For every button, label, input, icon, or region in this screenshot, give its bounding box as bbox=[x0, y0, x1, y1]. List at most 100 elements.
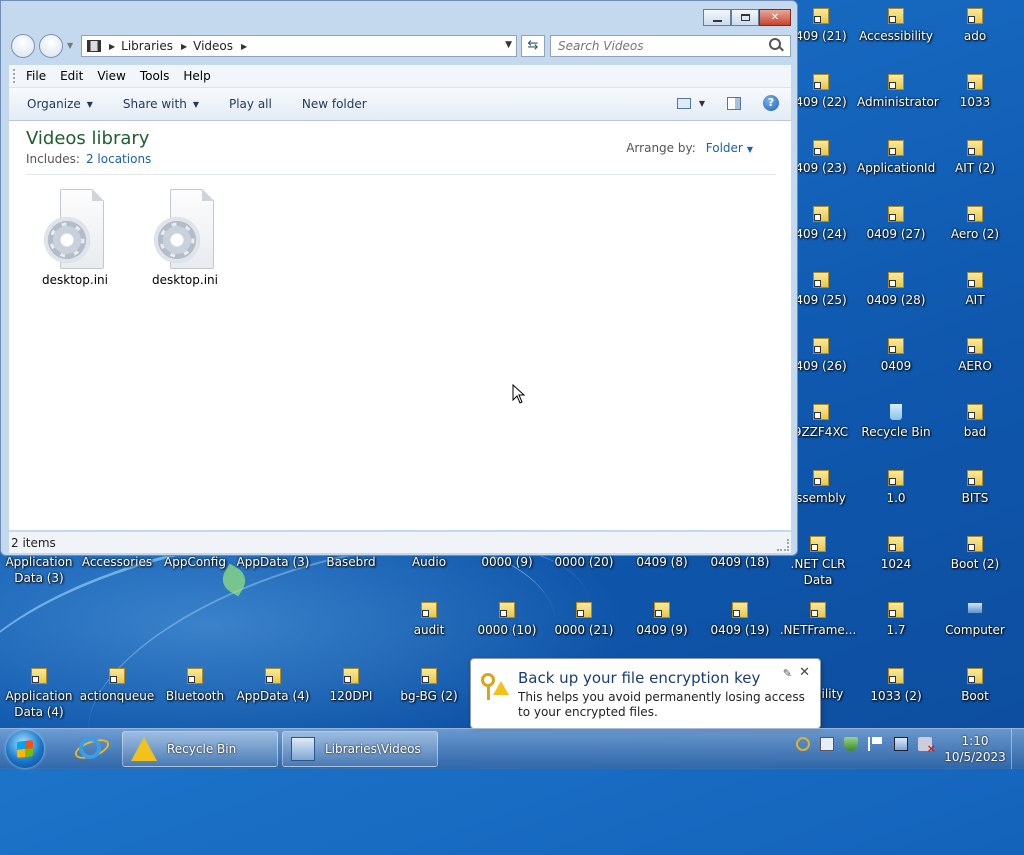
share-with-button[interactable]: Share with ▼ bbox=[123, 97, 199, 111]
organize-button[interactable]: Organize ▼ bbox=[27, 97, 93, 111]
shortcut-icon bbox=[813, 470, 829, 486]
desktop-icon[interactable]: Aero (2) bbox=[936, 206, 1014, 242]
desktop-icon[interactable]: 0000 (20) bbox=[545, 554, 623, 570]
forward-button[interactable] bbox=[39, 34, 63, 58]
menu-tools[interactable]: Tools bbox=[140, 69, 170, 83]
desktop-icon[interactable]: AIT bbox=[936, 272, 1014, 308]
desktop-icon[interactable]: 0409 (19) bbox=[701, 602, 779, 638]
action-center-flag-icon[interactable] bbox=[868, 737, 884, 751]
desktop-icon[interactable]: 0000 (10) bbox=[468, 602, 546, 638]
help-icon[interactable]: ? bbox=[763, 95, 779, 111]
desktop-icon-label: audit bbox=[413, 623, 445, 637]
notification-balloon[interactable]: Back up your file encryption key This he… bbox=[470, 658, 821, 729]
desktop-icon[interactable]: bg-BG (2) bbox=[390, 668, 468, 704]
play-all-button[interactable]: Play all bbox=[229, 97, 272, 111]
desktop-icon[interactable]: ado bbox=[936, 8, 1014, 44]
desktop-icon[interactable]: 120DPI bbox=[312, 668, 390, 704]
taskbar: Recycle Bin Libraries\Videos 1:10 10/5/2… bbox=[0, 728, 1024, 769]
address-dropdown-icon[interactable]: ▼ bbox=[505, 40, 512, 50]
maximize-button[interactable] bbox=[731, 9, 759, 26]
breadcrumb-separator-icon[interactable]: ▶ bbox=[241, 42, 247, 51]
desktop-icon[interactable]: AERO bbox=[936, 338, 1014, 374]
chevron-down-icon[interactable]: ▼ bbox=[747, 145, 753, 154]
shortcut-icon bbox=[967, 206, 983, 222]
desktop-icon[interactable]: 0000 (21) bbox=[545, 602, 623, 638]
locations-link[interactable]: 2 locations bbox=[86, 152, 151, 166]
desktop-icon[interactable]: ApplicationId bbox=[857, 140, 935, 176]
settings-wrench-icon[interactable]: ✎ bbox=[783, 667, 792, 680]
desktop-icon[interactable]: Bluetooth bbox=[156, 668, 234, 704]
desktop-icon[interactable]: 0000 (9) bbox=[468, 554, 546, 570]
menu-help[interactable]: Help bbox=[183, 69, 210, 83]
show-desktop-button[interactable] bbox=[1011, 729, 1024, 769]
breadcrumb-separator-icon[interactable]: ▶ bbox=[109, 42, 115, 51]
desktop-icon[interactable]: Boot bbox=[936, 668, 1014, 704]
back-button[interactable] bbox=[11, 34, 35, 58]
desktop-icon[interactable]: Accessories bbox=[78, 554, 156, 570]
start-button[interactable] bbox=[6, 730, 44, 768]
close-button[interactable]: ✕ bbox=[759, 9, 791, 26]
desktop-icon[interactable]: Administrator bbox=[857, 74, 939, 110]
preview-pane-icon[interactable] bbox=[727, 96, 741, 110]
desktop-icon[interactable]: 0409 (28) bbox=[857, 272, 935, 308]
refresh-button[interactable]: ⇆ bbox=[521, 35, 545, 57]
desktop-icon[interactable]: 1033 (2) bbox=[857, 668, 935, 704]
close-notification-button[interactable]: ✕ bbox=[799, 665, 810, 680]
desktop-icon[interactable]: 0409 (8) bbox=[623, 554, 701, 570]
breadcrumb-videos[interactable]: Videos bbox=[193, 39, 233, 53]
menu-view[interactable]: View bbox=[97, 69, 125, 83]
desktop-icon[interactable]: actionqueue bbox=[78, 668, 156, 704]
desktop-icon[interactable]: BITS bbox=[936, 470, 1014, 506]
desktop-icon[interactable]: 1.0 bbox=[857, 470, 935, 506]
desktop-icon[interactable]: Accessibility bbox=[857, 8, 935, 44]
desktop-icon[interactable]: .NETFrame... bbox=[779, 602, 857, 638]
desktop-icon[interactable]: Basebrd bbox=[312, 554, 390, 570]
menu-file[interactable]: File bbox=[26, 69, 46, 83]
desktop-icon[interactable]: AppData (3) bbox=[234, 554, 312, 570]
desktop-icon[interactable]: AIT (2) bbox=[936, 140, 1014, 176]
volume-muted-icon[interactable] bbox=[918, 737, 936, 755]
desktop-icon-computer[interactable]: Computer bbox=[936, 602, 1014, 638]
desktop-icon[interactable]: 0409 bbox=[857, 338, 935, 374]
desktop-icon[interactable]: 1033 bbox=[936, 74, 1014, 110]
address-bar[interactable]: ▶ Libraries ▶ Videos ▶ ▼ bbox=[81, 35, 517, 57]
change-view-icon[interactable] bbox=[676, 97, 691, 109]
document-tray-icon[interactable] bbox=[820, 737, 834, 751]
encryption-key-tray-icon[interactable] bbox=[796, 737, 810, 751]
desktop-icon[interactable]: Application Data (3) bbox=[0, 554, 78, 586]
desktop-icon[interactable]: Boot (2) bbox=[936, 536, 1014, 572]
desktop-icon[interactable]: AppConfig bbox=[156, 554, 234, 570]
desktop-icon[interactable]: bad bbox=[936, 404, 1014, 440]
desktop-icon-recycle-bin[interactable]: Recycle Bin bbox=[857, 404, 935, 440]
desktop-icon[interactable]: Application Data (4) bbox=[0, 668, 78, 720]
desktop-icon[interactable]: Audio bbox=[390, 554, 468, 570]
network-tray-icon[interactable] bbox=[894, 737, 908, 751]
file-item[interactable]: desktop.ini bbox=[135, 187, 235, 287]
recent-pages-chevron-icon[interactable]: ▼ bbox=[67, 41, 73, 50]
security-shield-tray-icon[interactable] bbox=[844, 737, 858, 751]
menu-edit[interactable]: Edit bbox=[60, 69, 83, 83]
desktop-icon[interactable]: AppData (4) bbox=[234, 668, 312, 704]
breadcrumb-libraries[interactable]: Libraries bbox=[121, 39, 173, 53]
desktop-icon[interactable]: 1.7 bbox=[857, 602, 935, 638]
shortcut-icon bbox=[576, 602, 592, 618]
new-folder-button[interactable]: New folder bbox=[302, 97, 367, 111]
minimize-button[interactable] bbox=[703, 9, 731, 26]
clock[interactable]: 1:10 10/5/2023 bbox=[942, 733, 1008, 765]
desktop-icon[interactable]: 1024 bbox=[857, 536, 935, 572]
desktop-icon[interactable]: 0409 (9) bbox=[623, 602, 701, 638]
desktop-icon[interactable]: audit bbox=[390, 602, 468, 638]
desktop-icon[interactable]: 0409 (18) bbox=[701, 554, 779, 570]
search-icon[interactable] bbox=[769, 38, 781, 50]
arrange-by-dropdown[interactable]: Folder bbox=[706, 141, 743, 155]
search-input[interactable] bbox=[550, 35, 791, 57]
file-item[interactable]: desktop.ini bbox=[25, 187, 125, 287]
taskbar-item-libraries-videos[interactable]: Libraries\Videos bbox=[282, 731, 438, 767]
breadcrumb-separator-icon[interactable]: ▶ bbox=[181, 42, 187, 51]
resize-grip[interactable] bbox=[777, 539, 789, 551]
taskbar-item-recycle-bin[interactable]: Recycle Bin bbox=[122, 731, 278, 767]
internet-explorer-button[interactable] bbox=[64, 731, 116, 767]
desktop-icon[interactable]: 0409 (27) bbox=[857, 206, 935, 242]
view-options-dropdown-icon[interactable]: ▼ bbox=[699, 99, 705, 108]
file-list-pane[interactable]: Videos library Includes: 2 locations Arra… bbox=[9, 121, 791, 530]
